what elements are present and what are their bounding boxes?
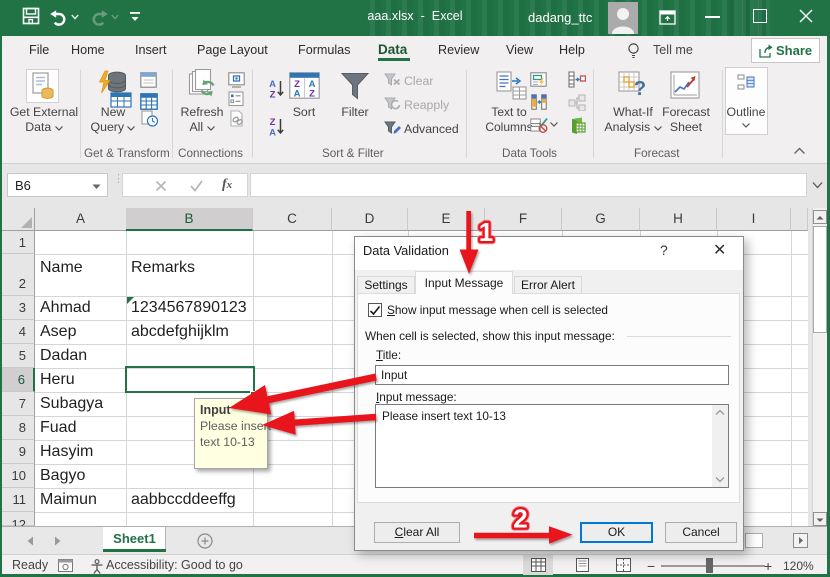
svg-text:2: 2	[513, 504, 527, 534]
svg-text:1: 1	[479, 217, 493, 247]
